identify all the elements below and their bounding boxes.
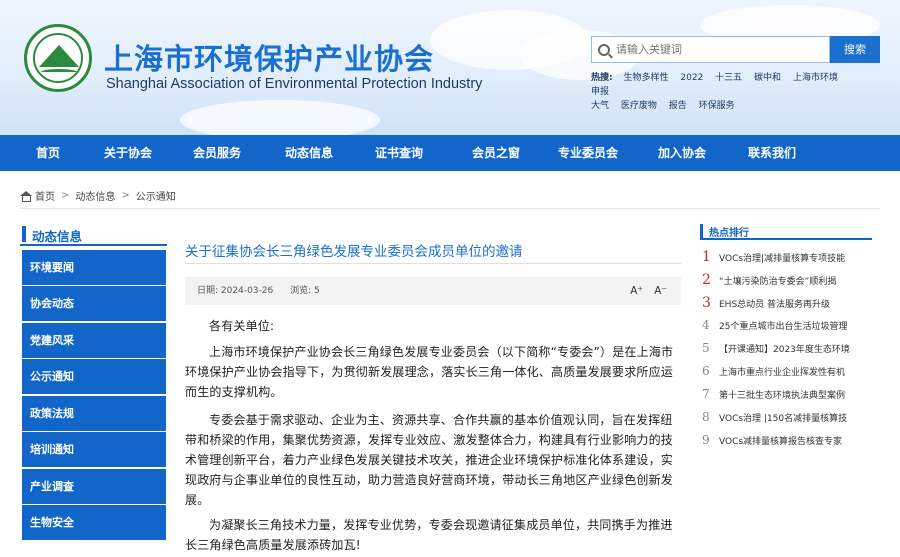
view-count: 5	[314, 286, 320, 296]
article-paragraph: 专委会基于需求驱动、企业为主、资源共享、合作共赢的基本价值观认同，旨在发挥纽带和…	[185, 413, 674, 507]
cloud-decoration	[180, 100, 380, 135]
article-title: 关于征集协会长三角绿色发展专业委员会成员单位的邀请	[185, 244, 523, 260]
hot-keyword[interactable]: 上海市环境	[793, 71, 838, 85]
search-input[interactable]	[616, 43, 816, 56]
association-logo[interactable]	[24, 24, 92, 92]
header-banner: 上海市环境保护产业协会 Shanghai Association of Envi…	[0, 0, 900, 135]
font-size-controls: A⁺ A⁻	[622, 277, 667, 305]
hot-keyword[interactable]: 碳中和	[754, 71, 781, 85]
sidebar-item-environment-news[interactable]: 环境要闻	[22, 250, 166, 285]
article-date: 2024-03-26	[220, 286, 274, 296]
breadcrumb-news[interactable]: 动态信息	[75, 188, 115, 203]
sidebar-item-party-building[interactable]: 党建风采	[22, 323, 166, 358]
hot-list-header: 热点排行	[700, 224, 872, 240]
article-meta: 日期: 2024-03-26 浏览: 5 A⁺ A⁻	[185, 277, 681, 305]
search-button[interactable]: 搜索	[830, 36, 880, 63]
breadcrumb-notice[interactable]: 公示通知	[136, 188, 176, 203]
nav-item-committee[interactable]: 专业委员会	[538, 135, 638, 171]
nav-item-about[interactable]: 关于协会	[96, 135, 160, 171]
date-label: 日期:	[197, 286, 219, 296]
main-nav: 首页 关于协会 会员服务 动态信息 证书查询 会员之窗 专业委员会 加入协会 联…	[0, 135, 900, 171]
hot-list-item[interactable]: 8 VOCs治理 |150名减排量核算技	[702, 407, 874, 427]
site-title: 上海市环境保护产业协会	[104, 42, 435, 76]
article-paragraph: 为凝聚长三角技术力量，发挥专业优势，专委会现邀请征集成员单位，共同携手为推进长三…	[185, 518, 673, 552]
nav-item-contact[interactable]: 联系我们	[726, 135, 818, 171]
hot-list-item[interactable]: 2 “土壤污染防治专委会”顺利揭	[702, 270, 874, 290]
hot-keywords: 热搜: 生物多样性 2022 十三五 碳中和 上海市环境 申报 大气 医疗废物 …	[591, 71, 876, 113]
hot-list-title: 热点排行	[709, 228, 749, 239]
sidebar-header: 动态信息	[20, 224, 167, 246]
site-subtitle: Shanghai Association of Environmental Pr…	[106, 76, 483, 92]
hot-keyword[interactable]: 环保服务	[699, 99, 735, 113]
breadcrumb-separator: >	[121, 190, 130, 201]
search-field[interactable]	[591, 36, 830, 63]
nav-item-join[interactable]: 加入协会	[638, 135, 726, 171]
hot-keyword[interactable]: 大气	[591, 99, 609, 113]
divider	[20, 208, 880, 209]
sidebar-title: 动态信息	[32, 229, 83, 244]
nav-item-home[interactable]: 首页	[0, 135, 96, 171]
divider	[185, 263, 681, 264]
sidebar-item-public-notice[interactable]: 公示通知	[22, 359, 166, 394]
hot-list-item[interactable]: 3 EHS总动员 普法服务再升级	[702, 293, 874, 313]
sidebar-item-training[interactable]: 培训通知	[22, 432, 166, 467]
hot-list-item[interactable]: 5 【开课通知】2023年度生态环境	[702, 338, 874, 358]
article-paragraph: 上海市环境保护产业协会长三角绿色发展专业委员会（以下简称“专委会”）是在上海市环…	[185, 345, 674, 399]
hot-list-item[interactable]: 9 VOCs减排量核算报告核查专家	[702, 430, 874, 450]
font-increase-button[interactable]: A⁺	[630, 285, 643, 297]
hot-keyword[interactable]: 2022	[680, 71, 703, 85]
hot-list-item[interactable]: 6 上海市重点行业企业挥发性有机	[702, 361, 874, 381]
hot-list-item[interactable]: 1 VOCs治理|减排量核算专项技能	[702, 247, 874, 267]
hot-list-item[interactable]: 4 25个重点城市出台生活垃圾管理	[702, 315, 874, 335]
hot-keyword[interactable]: 医疗废物	[621, 99, 657, 113]
article-greeting: 各有关单位:	[209, 319, 275, 333]
hot-keyword[interactable]: 十三五	[715, 71, 742, 85]
nav-item-news[interactable]: 动态信息	[274, 135, 344, 171]
search-icon	[598, 43, 610, 56]
breadcrumb-separator: >	[61, 190, 70, 201]
nav-item-member-window[interactable]: 会员之窗	[454, 135, 538, 171]
hot-label: 热搜:	[591, 73, 613, 83]
font-decrease-button[interactable]: A⁻	[654, 285, 667, 297]
hot-list-item[interactable]: 7 第十三批生态环境执法典型案例	[702, 384, 874, 404]
hot-keyword[interactable]: 报告	[669, 99, 687, 113]
breadcrumb-home[interactable]: 首页	[35, 188, 55, 203]
home-icon	[20, 190, 32, 202]
sidebar-item-industry-survey[interactable]: 产业调查	[22, 469, 166, 504]
sidebar-item-association-news[interactable]: 协会动态	[22, 286, 166, 321]
nav-item-certificate[interactable]: 证书查询	[344, 135, 454, 171]
sidebar-item-policy[interactable]: 政策法规	[22, 396, 166, 431]
breadcrumb: 首页 > 动态信息 > 公示通知	[20, 188, 176, 203]
views-label: 浏览:	[290, 286, 312, 296]
hot-keyword[interactable]: 生物多样性	[623, 71, 668, 85]
hot-keyword[interactable]: 申报	[591, 85, 609, 99]
sidebar-item-biosafety[interactable]: 生物安全	[22, 505, 166, 540]
nav-item-member-service[interactable]: 会员服务	[160, 135, 274, 171]
